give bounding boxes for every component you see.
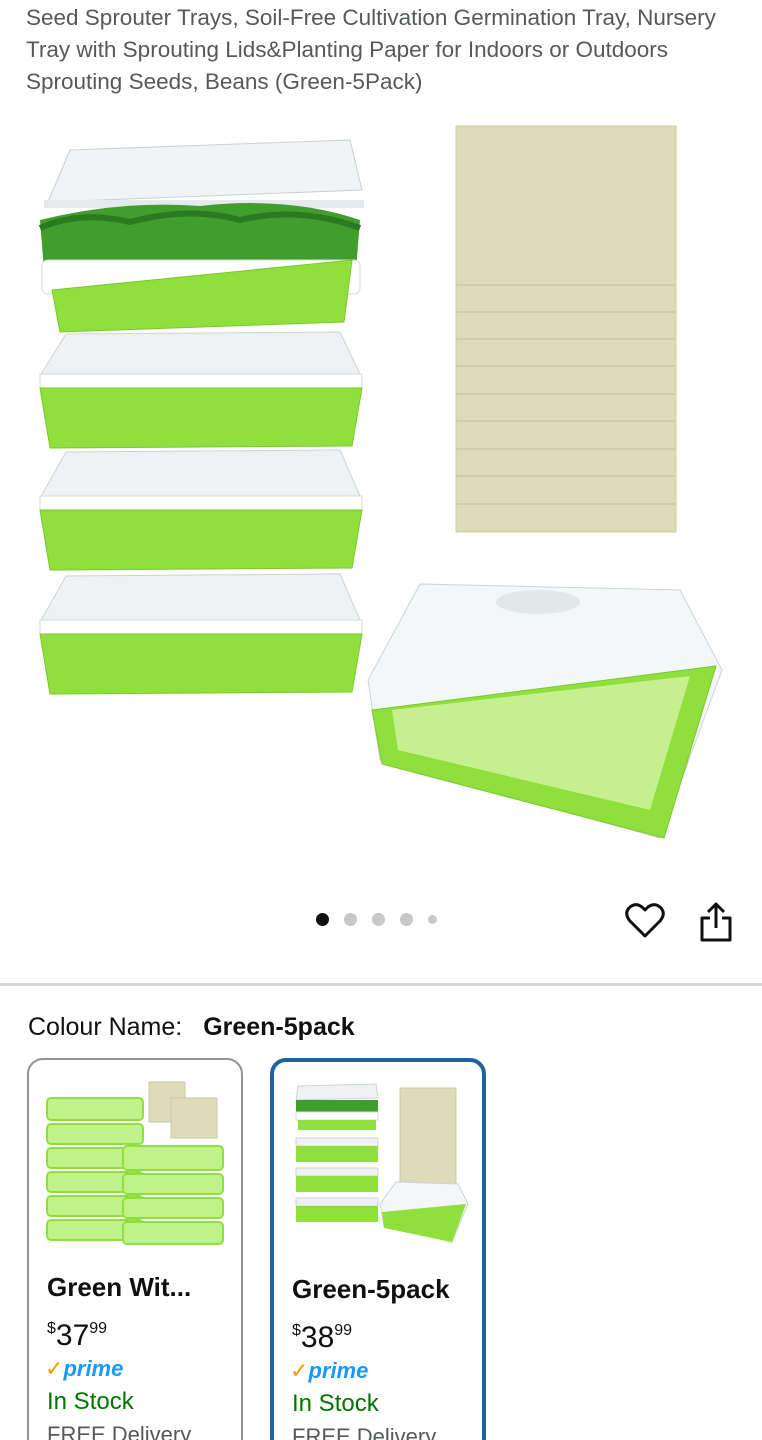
image-pagination[interactable] — [316, 913, 437, 926]
variant-card-green-with[interactable]: Green Wit... $3799 ✓prime In Stock FREE … — [27, 1058, 243, 1440]
delivery-text: FREE Delivery — [292, 1424, 437, 1440]
prime-badge: ✓prime — [45, 1356, 124, 1381]
page-dot[interactable] — [344, 913, 357, 926]
delivery-text: FREE Delivery — [47, 1422, 192, 1440]
colour-selected-value: Green-5pack — [203, 1013, 355, 1041]
share-icon — [700, 902, 732, 942]
product-image[interactable] — [0, 110, 762, 880]
section-divider — [0, 983, 762, 986]
stock-status: In Stock — [47, 1388, 134, 1415]
colour-selector-label: Colour Name: Green-5pack — [28, 1011, 355, 1043]
prime-badge: ✓prime — [290, 1358, 369, 1383]
page-dot[interactable] — [316, 913, 329, 926]
product-title: Seed Sprouter Trays, Soil-Free Cultivati… — [26, 5, 716, 94]
variant-price: $3799 — [47, 1319, 108, 1352]
variant-name: Green-5pack — [292, 1274, 450, 1304]
prime-check-icon: ✓ — [45, 1356, 64, 1381]
page-dot[interactable] — [372, 913, 385, 926]
sprouter-trays-image — [38, 125, 723, 839]
prime-check-icon: ✓ — [290, 1358, 309, 1383]
variant-thumbnail — [46, 1081, 224, 1245]
variant-thumbnail — [295, 1083, 469, 1243]
page-dot[interactable] — [428, 915, 437, 924]
wishlist-button[interactable] — [624, 900, 666, 942]
heart-outline-icon — [625, 903, 665, 938]
variant-card-green-5pack[interactable]: Green-5pack $3899 ✓prime In Stock FREE D… — [270, 1058, 486, 1440]
stock-status: In Stock — [292, 1390, 379, 1417]
variant-name: Green Wit... — [47, 1272, 192, 1302]
share-button[interactable] — [696, 900, 736, 944]
page-dot[interactable] — [400, 913, 413, 926]
variant-price: $3899 — [292, 1321, 353, 1354]
colour-label: Colour Name: — [28, 1013, 183, 1041]
